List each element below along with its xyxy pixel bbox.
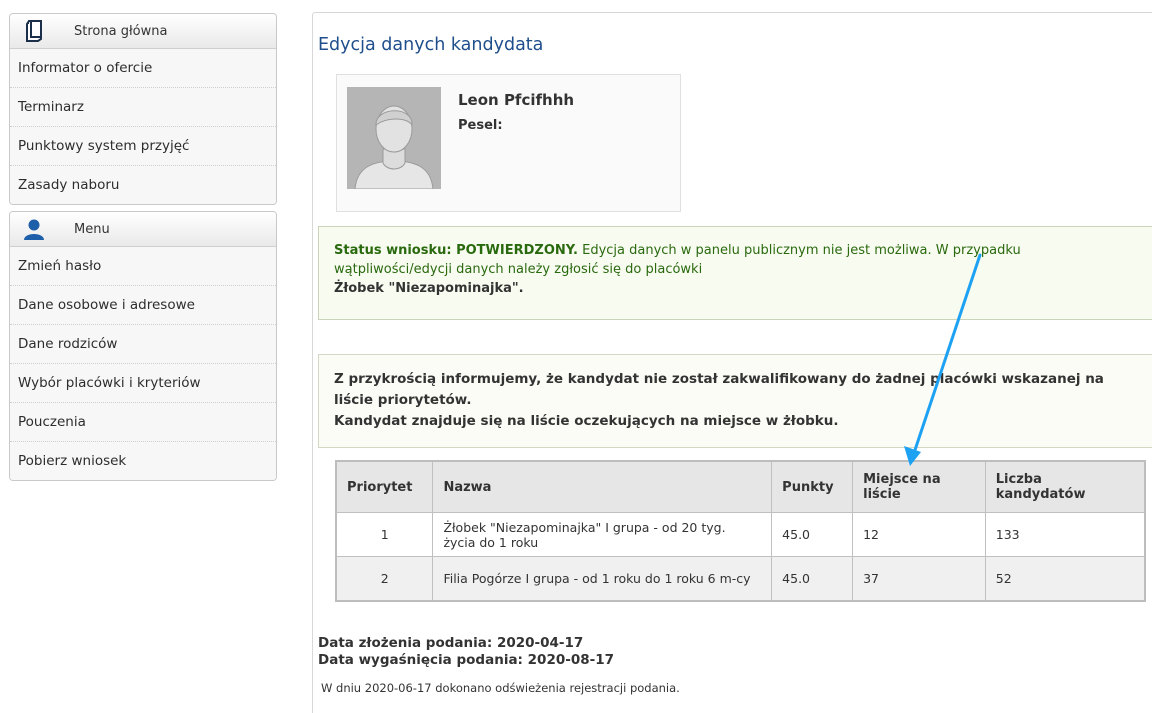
info-line-1: Z przykrością informujemy, że kandydat n…	[334, 371, 1104, 408]
header-liczba: Liczba kandydatów	[984, 460, 1146, 513]
table-row: 1 Żłobek "Niezapominajka" I grupa - od 2…	[335, 512, 1146, 557]
page-title: Edycja danych kandydata	[318, 35, 544, 55]
cell-points: 45.0	[771, 556, 854, 602]
sidebar-item-zmien-haslo[interactable]: Zmień hasło	[10, 247, 276, 285]
date-submitted: Data złożenia podania: 2020-04-17	[318, 635, 584, 651]
dates-block: Data złożenia podania: 2020-04-17 Data w…	[318, 635, 614, 669]
info-box: Z przykrością informujemy, że kandydat n…	[318, 354, 1152, 448]
sidebar: Strona główna Informator o ofercie Termi…	[9, 13, 277, 487]
user-icon	[10, 218, 58, 240]
main-content: Edycja danych kandydata Leon Pfcifhhh Pe…	[312, 12, 1152, 713]
status-label: Status wniosku: POTWIERDZONY.	[334, 243, 578, 258]
sidebar-item-dane-rodzicow[interactable]: Dane rodziców	[10, 324, 276, 363]
candidate-name: Leon Pfcifhhh	[458, 91, 575, 109]
sidebar-item-punktowy-system[interactable]: Punktowy system przyjęć	[10, 126, 276, 165]
header-nazwa: Nazwa	[432, 460, 773, 513]
sidebar-item-wybor-placowki[interactable]: Wybór placówki i kryteriów	[10, 363, 276, 402]
status-box: Status wniosku: POTWIERDZONY. Edycja dan…	[318, 226, 1152, 320]
cell-priority: 2	[335, 556, 434, 602]
menu-panel-header[interactable]: Menu	[10, 212, 276, 247]
pesel-label: Pesel:	[458, 118, 503, 133]
header-miejsce: Miejsce na liście	[852, 460, 986, 513]
menu-panel-title: Menu	[74, 221, 110, 237]
candidate-card: Leon Pfcifhhh Pesel:	[336, 74, 681, 212]
cell-priority: 1	[335, 512, 434, 557]
menu-panel: Menu Zmień hasło Dane osobowe i adresowe…	[9, 211, 277, 481]
home-panel-header[interactable]: Strona główna	[10, 14, 276, 49]
document-icon	[10, 20, 58, 42]
sidebar-item-informator[interactable]: Informator o ofercie	[10, 49, 276, 87]
header-punkty: Punkty	[771, 460, 854, 513]
cell-points: 45.0	[771, 512, 854, 557]
refresh-note: W dniu 2020-06-17 dokonano odświeżenia r…	[321, 681, 680, 695]
cell-place: 12	[852, 512, 986, 557]
cell-name: Żłobek "Niezapominajka" I grupa - od 20 …	[432, 512, 773, 557]
cell-place: 37	[852, 556, 986, 602]
priority-table: Priorytet Nazwa Punkty Miejsce na liście…	[335, 460, 1146, 602]
cell-count: 52	[984, 556, 1146, 602]
date-expires: Data wygaśnięcia podania: 2020-08-17	[318, 652, 615, 668]
sidebar-item-pouczenia[interactable]: Pouczenia	[10, 402, 276, 441]
home-panel-title: Strona główna	[74, 23, 168, 39]
header-priorytet: Priorytet	[335, 460, 434, 513]
table-row: 2 Filia Pogórze I grupa - od 1 roku do 1…	[335, 556, 1146, 602]
status-place: Żłobek "Niezapominajka".	[334, 281, 524, 296]
avatar	[347, 87, 441, 189]
sidebar-item-pobierz-wniosek[interactable]: Pobierz wniosek	[10, 441, 276, 480]
home-panel: Strona główna Informator o ofercie Termi…	[9, 13, 277, 205]
info-line-2: Kandydat znajduje się na liście oczekują…	[334, 413, 839, 429]
cell-name: Filia Pogórze I grupa - od 1 roku do 1 r…	[432, 556, 773, 602]
sidebar-item-dane-osobowe[interactable]: Dane osobowe i adresowe	[10, 285, 276, 324]
cell-count: 133	[984, 512, 1146, 557]
sidebar-item-zasady-naboru[interactable]: Zasady naboru	[10, 165, 276, 204]
sidebar-item-terminarz[interactable]: Terminarz	[10, 87, 276, 126]
table-header-row: Priorytet Nazwa Punkty Miejsce na liście…	[335, 460, 1146, 513]
